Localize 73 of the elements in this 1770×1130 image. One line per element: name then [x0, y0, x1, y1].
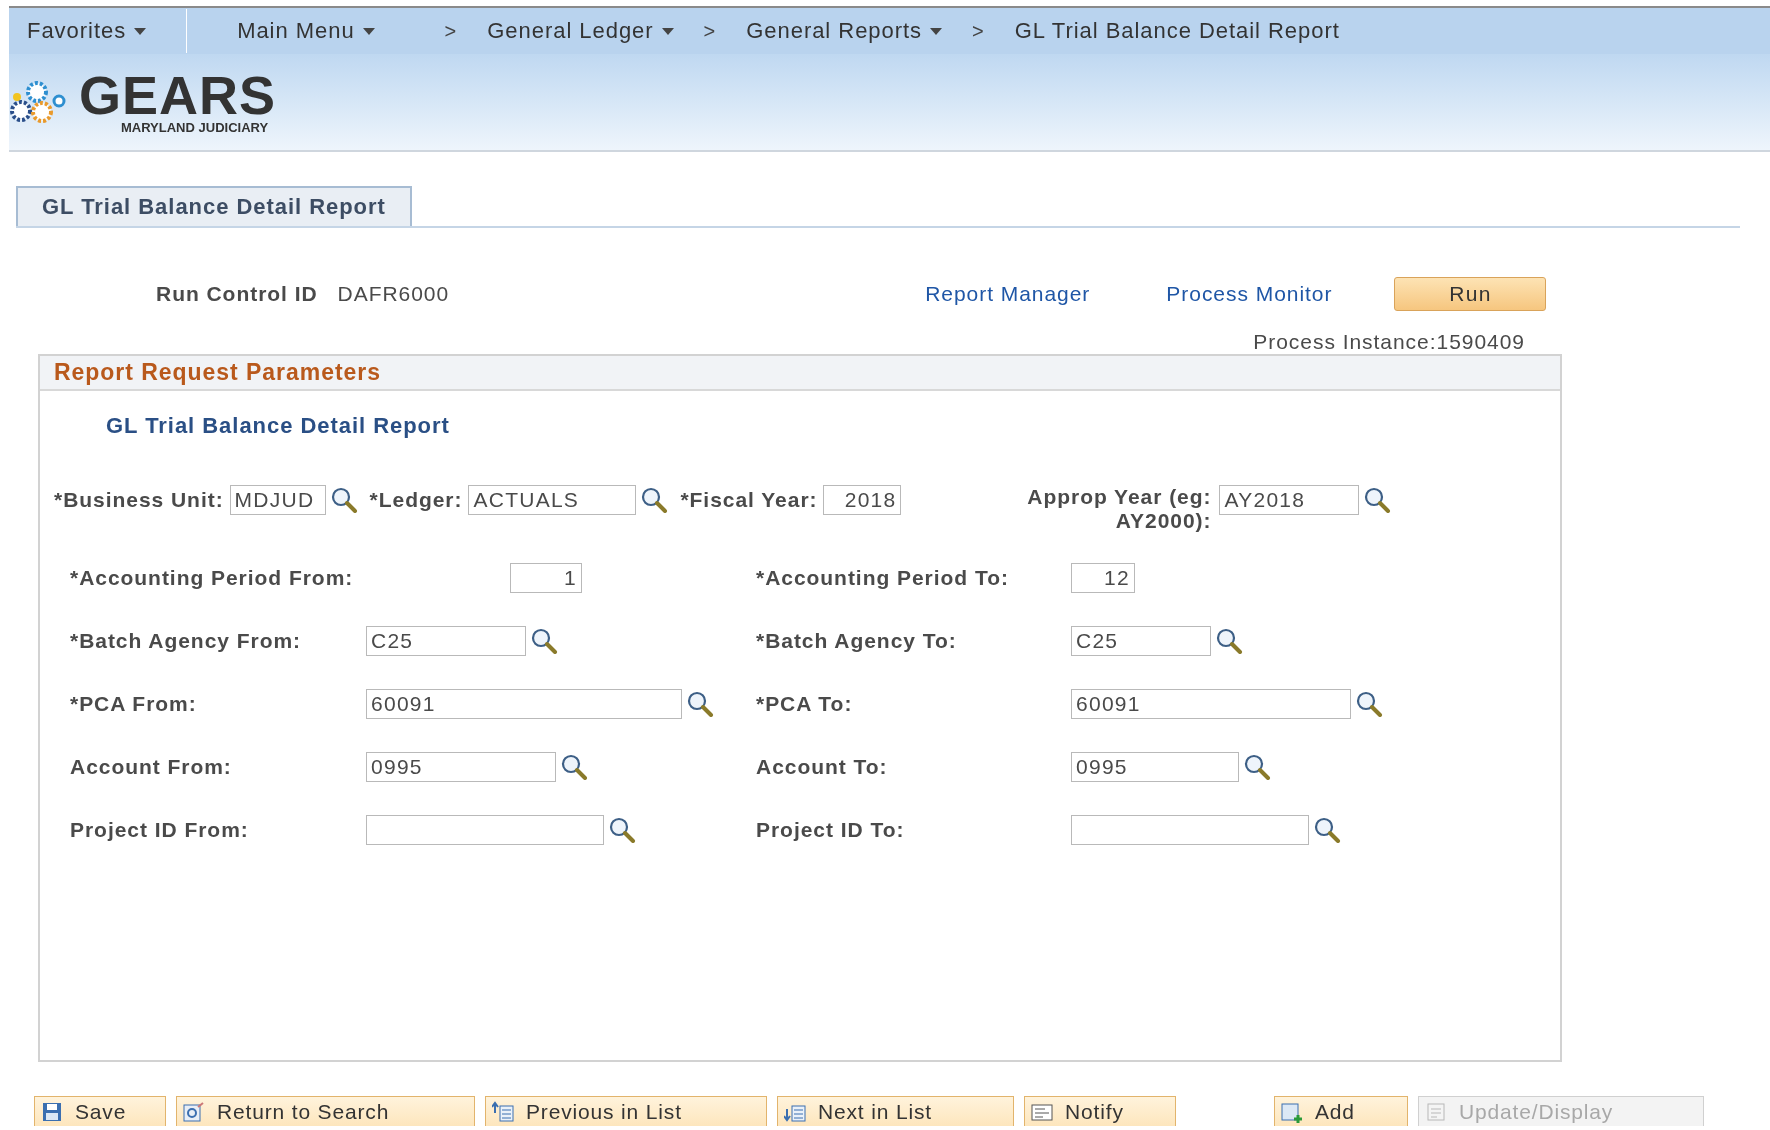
toolbar-button[interactable]: Notify	[1024, 1096, 1176, 1126]
input-field[interactable]: 60091	[1071, 689, 1351, 719]
input-field[interactable]: AY2018	[1219, 485, 1360, 515]
nav-menu-item[interactable]: Favorites	[27, 18, 147, 44]
input-field[interactable]: 60091	[366, 689, 682, 719]
search-icon	[183, 1100, 205, 1123]
field-label: *Accounting Period From:	[70, 566, 355, 590]
search-icon[interactable]	[530, 628, 558, 654]
search-icon[interactable]	[1313, 817, 1341, 843]
breadcrumb-separator: >	[444, 19, 458, 43]
document-icon	[1425, 1100, 1447, 1123]
breadcrumb-separator: >	[703, 19, 717, 43]
breadcrumb-separator: >	[972, 19, 985, 43]
process-monitor-link[interactable]: Process Monitor	[1166, 282, 1333, 306]
input-field[interactable]: 0995	[366, 752, 556, 782]
process-instance-text: Process Instance:1590409	[1253, 330, 1525, 354]
field-label: *PCA To:	[756, 692, 854, 716]
search-icon[interactable]	[1215, 628, 1243, 654]
logo-subtitle: MARYLAND JUDICIARY	[121, 119, 270, 135]
caret-icon	[362, 27, 375, 35]
field-label: Project ID To:	[756, 818, 906, 842]
field-label: Run Control ID	[156, 282, 318, 306]
input-field[interactable]	[1071, 815, 1309, 845]
field-label: *Batch Agency From:	[70, 629, 302, 653]
input-field[interactable]	[366, 815, 604, 845]
field-label: Approp Year (eg: AY2000):	[1026, 485, 1212, 533]
field-label: Account To:	[756, 755, 889, 779]
input-field[interactable]: 0995	[1071, 752, 1239, 782]
input-field[interactable]: 2018	[823, 485, 902, 515]
field-label: Account From:	[70, 755, 233, 779]
input-field[interactable]: 12	[1071, 563, 1135, 593]
toolbar-button[interactable]: Return to Search	[176, 1096, 475, 1126]
logo-wordmark: GEARS	[79, 69, 277, 120]
section-title: GL Trial Balance Detail Report	[106, 413, 451, 439]
nav-menu-item[interactable]: General Ledger	[487, 18, 674, 44]
input-field[interactable]: 1	[510, 563, 582, 593]
nav-menu-item[interactable]: Main Menu	[237, 18, 375, 44]
input-field[interactable]: ACTUALS	[468, 485, 637, 515]
input-field[interactable]: C25	[366, 626, 526, 656]
input-field[interactable]: MDJUD	[229, 485, 326, 515]
search-icon[interactable]	[560, 754, 588, 780]
field-label: *Ledger:	[369, 487, 463, 513]
page-tab[interactable]: GL Trial Balance Detail Report	[16, 186, 412, 226]
field-label: *Batch Agency To:	[756, 629, 958, 653]
field-label: *PCA From:	[70, 692, 198, 716]
toolbar-button[interactable]: Save	[34, 1096, 166, 1126]
field-label: Project ID From:	[70, 818, 250, 842]
search-icon[interactable]	[608, 817, 636, 843]
search-icon[interactable]	[640, 487, 669, 513]
search-icon[interactable]	[1243, 754, 1271, 780]
toolbar-button[interactable]: Add	[1274, 1096, 1408, 1126]
caret-icon	[661, 27, 674, 35]
report-manager-link[interactable]: Report Manager	[925, 282, 1091, 306]
nav-menu-item[interactable]: General Reports	[746, 18, 943, 44]
add-icon	[1281, 1100, 1303, 1123]
field-value: DAFR6000	[337, 282, 450, 306]
input-field[interactable]: C25	[1071, 626, 1211, 656]
search-icon[interactable]	[686, 691, 714, 717]
caret-icon	[134, 27, 147, 35]
breadcrumb-current-page[interactable]: GL Trial Balance Detail Report	[1014, 18, 1340, 44]
panel-title: Report Request Parameters	[40, 356, 1560, 391]
toolbar-button[interactable]: Next in List	[777, 1096, 1014, 1126]
toolbar-button[interactable]: Previous in List	[485, 1096, 767, 1126]
gears-logo-icon	[9, 79, 67, 125]
list-up-icon	[492, 1100, 514, 1123]
field-label: *Fiscal Year:	[680, 487, 818, 513]
caret-icon	[930, 27, 943, 35]
search-icon[interactable]	[1363, 487, 1392, 513]
field-label: *Business Unit:	[54, 487, 224, 513]
search-icon[interactable]	[1355, 691, 1383, 717]
search-icon[interactable]	[329, 487, 358, 513]
run-button[interactable]: Run	[1394, 277, 1547, 311]
field-label: *Accounting Period To:	[756, 566, 1010, 590]
